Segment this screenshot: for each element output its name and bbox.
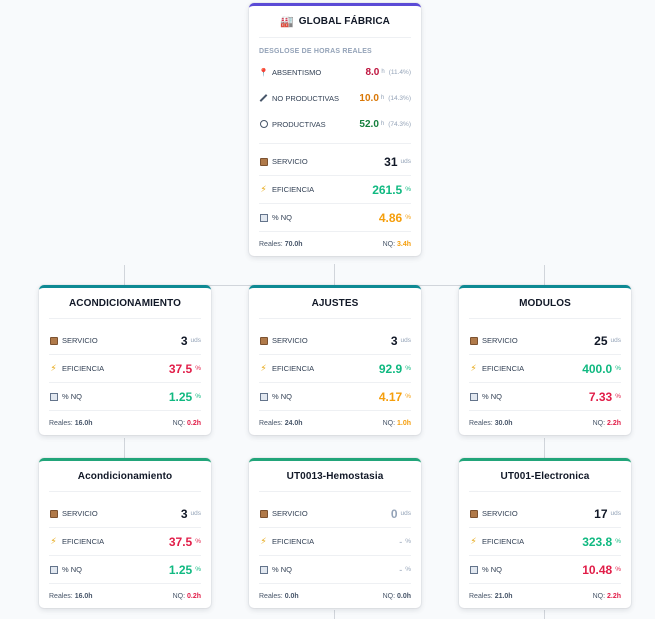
chart-icon — [259, 392, 268, 401]
card-footer: Reales: 70.0h NQ: 3.4h — [259, 240, 411, 248]
metric-servicio: SERVICIO 17 uds — [469, 500, 621, 528]
card-footer: Reales: 30.0h NQ: 2.2h — [469, 419, 621, 427]
chart-icon — [469, 392, 478, 401]
reales-value: 70.0h — [284, 240, 303, 248]
bolt-icon: ⚡ — [260, 184, 267, 194]
metric-nq: % NQ 1.25% — [49, 383, 201, 411]
card-title: AJUSTES — [259, 288, 411, 319]
line-card-hemostasia[interactable]: UT0013-Hemostasia SERVICIO 0 uds ⚡ EFICIENC… — [249, 458, 421, 608]
card-title: Acondicionamiento — [49, 461, 201, 492]
metric-nq: % NQ 4.17% — [259, 383, 411, 411]
metric-servicio: SERVICIO 25 uds — [469, 327, 621, 355]
eficiencia-value: 261.5 — [372, 182, 403, 197]
box-icon — [259, 157, 268, 166]
area-card-acondicionamiento[interactable]: ACONDICIONAMIENTO SERVICIO 3 uds ⚡ EFICIENC… — [39, 285, 211, 435]
gear-icon — [259, 120, 268, 129]
box-icon — [469, 336, 478, 345]
box-icon — [49, 509, 58, 518]
card-footer: Reales: 16.0h NQ: 0.2h — [49, 419, 201, 427]
bolt-icon: ⚡ — [50, 536, 57, 546]
card-title: UT001-Electronica — [469, 461, 621, 492]
chart-icon — [469, 565, 478, 574]
hours-row-no-productivas: NO PRODUCTIVAS 10.0 h (14.3%) — [259, 85, 411, 111]
metric-nq: % NQ 4.86 % — [259, 204, 411, 232]
metric-eficiencia: ⚡ EFICIENCIA 323.8% — [469, 528, 621, 556]
metric-nq: % NQ -% — [259, 556, 411, 584]
global-card[interactable]: 🏭 GLOBAL FÁBRICA DESGLOSE DE HORAS REALE… — [249, 3, 421, 256]
tree-connector — [544, 265, 545, 286]
line-card-electronica[interactable]: UT001-Electronica SERVICIO 17 uds ⚡ EFICIEN… — [459, 458, 631, 608]
box-icon — [469, 509, 478, 518]
bolt-icon: ⚡ — [260, 536, 267, 546]
factory-icon: 🏭 — [279, 16, 294, 28]
tree-connector — [544, 610, 545, 619]
area-card-ajustes[interactable]: AJUSTES SERVICIO 3 uds ⚡ EFICIENCIA 92.9% % … — [249, 285, 421, 435]
chart-icon — [49, 392, 58, 401]
card-footer: Reales: 16.0h NQ: 0.2h — [49, 592, 201, 600]
global-title: GLOBAL FÁBRICA — [298, 16, 390, 27]
metric-servicio: SERVICIO 3 uds — [259, 327, 411, 355]
bolt-icon: ⚡ — [470, 536, 477, 546]
metric-eficiencia: ⚡ EFICIENCIA -% — [259, 528, 411, 556]
chart-icon — [259, 565, 268, 574]
bolt-icon: ⚡ — [470, 363, 477, 373]
card-footer: Reales: 24.0h NQ: 1.0h — [259, 419, 411, 427]
servicio-value: 31 — [384, 154, 398, 169]
card-title: MODULOS — [469, 288, 621, 319]
metric-eficiencia: ⚡ EFICIENCIA 261.5 % — [259, 176, 411, 204]
chart-icon — [49, 565, 58, 574]
metric-eficiencia: ⚡ EFICIENCIA 92.9% — [259, 355, 411, 383]
box-icon — [259, 336, 268, 345]
metric-nq: % NQ 10.48% — [469, 556, 621, 584]
metric-servicio: SERVICIO 3 uds — [49, 327, 201, 355]
metric-nq: % NQ 1.25% — [49, 556, 201, 584]
metric-eficiencia: ⚡ EFICIENCIA 400.0% — [469, 355, 621, 383]
bolt-icon: ⚡ — [260, 363, 267, 373]
tree-connector — [334, 610, 335, 619]
box-icon — [259, 509, 268, 518]
hours-value: 8.0 — [365, 66, 380, 78]
nq-value: 4.86 — [378, 210, 403, 225]
card-title: UT0013-Hemostasia — [259, 461, 411, 492]
chart-icon — [259, 213, 268, 222]
wrench-icon — [259, 94, 268, 103]
hours-row-productivas: PRODUCTIVAS 52.0 h (74.3%) — [259, 111, 411, 137]
hours-value: 52.0 — [359, 118, 379, 130]
hours-row-absentismo: 📍 ABSENTISMO 8.0 h (11.4%) — [258, 66, 411, 78]
metric-nq: % NQ 7.33% — [469, 383, 621, 411]
tree-connector — [124, 438, 125, 458]
nq-hours-value: 3.4h — [396, 240, 411, 248]
hours-value: 10.0 — [359, 92, 379, 104]
metric-servicio: SERVICIO 3 uds — [49, 500, 201, 528]
metric-eficiencia: ⚡ EFICIENCIA 37.5% — [49, 528, 201, 556]
tree-connector — [124, 265, 125, 286]
line-card-acondicionamiento[interactable]: Acondicionamiento SERVICIO 3 uds ⚡ EFICIENC… — [39, 458, 211, 608]
box-icon — [49, 336, 58, 345]
card-title: 🏭 GLOBAL FÁBRICA — [259, 6, 411, 38]
metric-eficiencia: ⚡ EFICIENCIA 37.5% — [49, 355, 201, 383]
card-footer: Reales: 21.0h NQ: 2.2h — [469, 592, 621, 600]
bolt-icon: ⚡ — [50, 363, 57, 373]
metric-servicio: SERVICIO 31 uds — [259, 148, 411, 176]
tree-connector — [334, 264, 335, 285]
card-title: ACONDICIONAMIENTO — [49, 288, 201, 319]
tree-connector — [544, 438, 545, 458]
hours-breakdown-subtitle: DESGLOSE DE HORAS REALES — [259, 48, 372, 55]
card-footer: Reales: 0.0h NQ: 0.0h — [259, 592, 411, 600]
pin-icon: 📍 — [258, 67, 269, 77]
metric-servicio: SERVICIO 0 uds — [259, 500, 411, 528]
area-card-modulos[interactable]: MODULOS SERVICIO 25 uds ⚡ EFICIENCIA 400.0% … — [459, 285, 631, 435]
